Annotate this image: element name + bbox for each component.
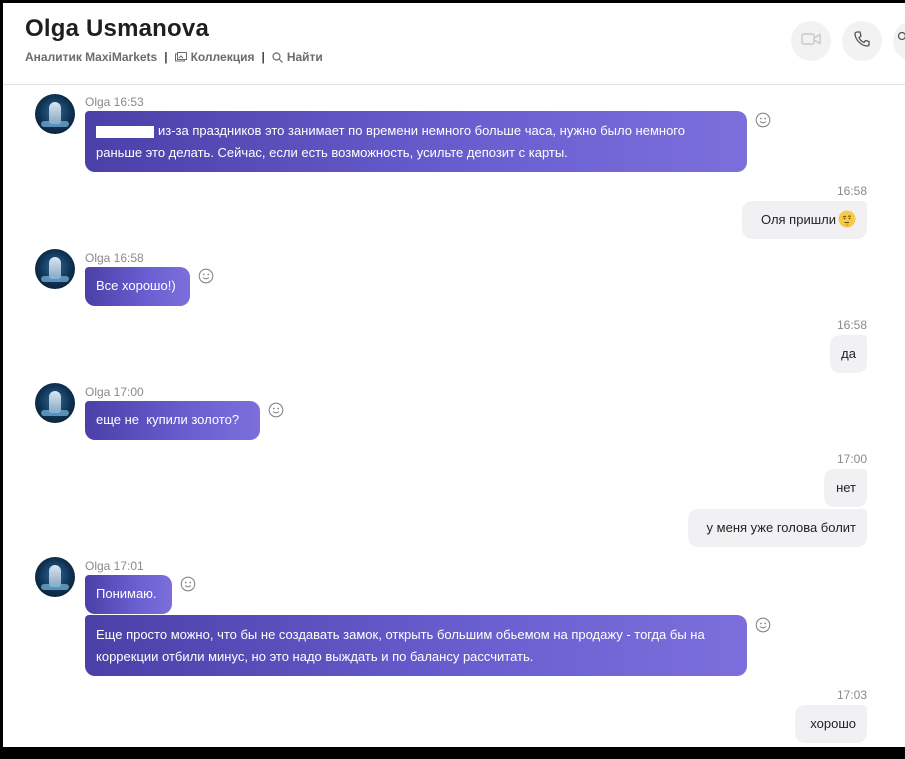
separator: |: [164, 50, 168, 64]
message-meta: Olga 16:53: [85, 95, 144, 109]
message-bubble-incoming[interactable]: Понимаю.: [85, 575, 172, 614]
message-line: из-за праздников это занимает по времени…: [96, 120, 736, 142]
contact-name[interactable]: Olga Usmanova: [25, 15, 209, 43]
message-time: 16:58: [836, 318, 867, 332]
react-smiley-icon[interactable]: [198, 268, 214, 284]
video-call-button[interactable]: [791, 21, 831, 61]
chat-window: Olga Usmanova Аналитик MaxiMarkets | Кол…: [3, 3, 905, 747]
search-label: Найти: [286, 50, 323, 64]
message-line: Еще просто можно, что бы не создавать за…: [96, 627, 705, 642]
react-smiley-icon[interactable]: [755, 617, 771, 633]
message-bubble-incoming[interactable]: еще не купили золото?: [85, 401, 260, 440]
redacted-block: [96, 125, 154, 138]
message-bubble-outgoing[interactable]: нет: [824, 469, 867, 507]
voice-call-icon: [853, 30, 871, 53]
message-time: 17:00: [836, 452, 867, 466]
search-icon: [272, 51, 283, 63]
collection-link[interactable]: Коллекция: [174, 50, 255, 64]
react-smiley-icon[interactable]: [755, 112, 771, 128]
voice-call-button[interactable]: [842, 21, 882, 61]
collection-label: Коллекция: [190, 50, 255, 64]
message-bubble-incoming[interactable]: из-за праздников это занимает по времени…: [85, 111, 747, 172]
message-line: раньше это делать. Сейчас, если есть воз…: [96, 145, 568, 160]
search-link[interactable]: Найти: [272, 50, 323, 64]
message-time: 16:58: [836, 184, 867, 198]
contact-subline: Аналитик MaxiMarkets | Коллекция | Найти: [25, 50, 323, 64]
message-bubble-outgoing[interactable]: да: [830, 335, 867, 373]
message-bubble-incoming[interactable]: Все хорошо!): [85, 267, 190, 306]
add-contact-icon: [894, 30, 905, 53]
message-time: 17:03: [836, 688, 867, 702]
message-bubble-outgoing[interactable]: Оля пришли: [742, 201, 867, 239]
thinking-emoji-icon: [838, 210, 856, 228]
contact-status: Аналитик MaxiMarkets: [25, 50, 158, 64]
react-smiley-icon[interactable]: [268, 402, 284, 418]
video-call-icon: [801, 32, 821, 51]
avatar[interactable]: [35, 94, 75, 134]
message-meta: Olga 16:58: [85, 251, 144, 265]
message-meta: Olga 17:01: [85, 559, 144, 573]
message-bubble-outgoing[interactable]: у меня уже голова болит: [688, 509, 867, 547]
collection-icon: [174, 51, 187, 63]
message-bubble-outgoing[interactable]: хорошо: [795, 705, 867, 743]
add-contact-button[interactable]: [893, 21, 905, 61]
avatar[interactable]: [35, 249, 75, 289]
message-meta: Olga 17:00: [85, 385, 144, 399]
chat-header: Olga Usmanova Аналитик MaxiMarkets | Кол…: [3, 3, 905, 85]
message-line: коррекции отбили минус, но это надо выжд…: [96, 649, 534, 664]
avatar[interactable]: [35, 383, 75, 423]
react-smiley-icon[interactable]: [180, 576, 196, 592]
message-bubble-incoming[interactable]: Еще просто можно, что бы не создавать за…: [85, 615, 747, 676]
separator: |: [261, 50, 265, 64]
avatar[interactable]: [35, 557, 75, 597]
